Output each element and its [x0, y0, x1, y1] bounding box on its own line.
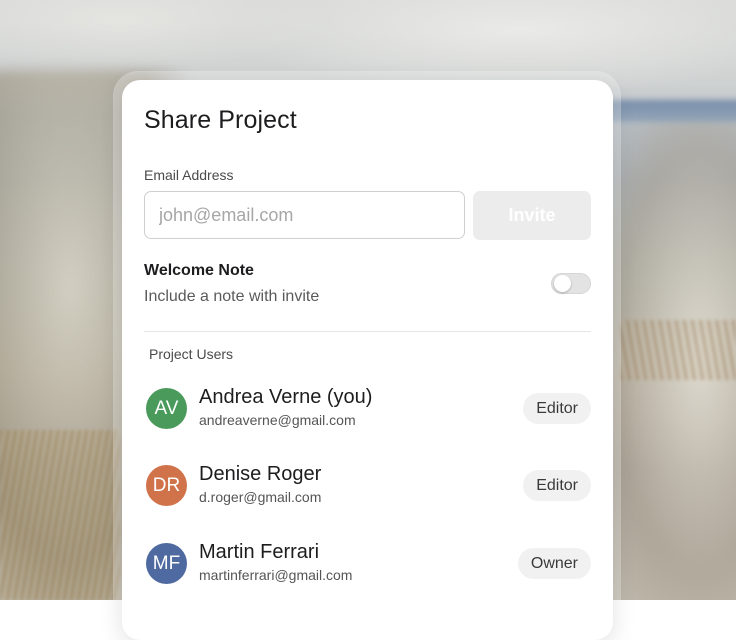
user-row-denise: DR Denise Roger d.roger@gmail.com Editor	[144, 463, 591, 509]
role-badge[interactable]: Owner	[517, 548, 591, 579]
avatar: MF	[146, 543, 187, 584]
email-input[interactable]	[144, 191, 465, 239]
project-users-label: Project Users	[149, 346, 234, 362]
welcome-note-title: Welcome Note	[144, 262, 254, 279]
share-project-dialog: Share Project Email Address Invite Welco…	[122, 80, 613, 640]
role-badge[interactable]: Editor	[523, 470, 591, 501]
avatar: AV	[146, 388, 187, 429]
user-name: Martin Ferrari	[199, 541, 320, 563]
divider	[144, 331, 591, 332]
background-grass-left	[0, 430, 120, 600]
email-label: Email Address	[144, 167, 234, 183]
background-grass-right	[620, 320, 736, 380]
welcome-note-toggle[interactable]	[551, 273, 591, 294]
dialog-title: Share Project	[144, 106, 297, 134]
user-row-martin: MF Martin Ferrari martinferrari@gmail.co…	[144, 541, 591, 587]
role-badge[interactable]: Editor	[523, 393, 591, 424]
welcome-note-description: Include a note with invite	[144, 288, 320, 305]
user-email: d.roger@gmail.com	[199, 489, 322, 505]
avatar: DR	[146, 465, 187, 506]
user-email: andreaverne@gmail.com	[199, 412, 356, 428]
user-name: Denise Roger	[199, 463, 322, 485]
user-email: martinferrari@gmail.com	[199, 567, 353, 583]
invite-button[interactable]: Invite	[473, 191, 591, 240]
user-row-andrea: AV Andrea Verne (you) andreaverne@gmail.…	[144, 386, 591, 432]
toggle-knob	[554, 275, 571, 292]
user-name: Andrea Verne (you)	[199, 386, 373, 408]
